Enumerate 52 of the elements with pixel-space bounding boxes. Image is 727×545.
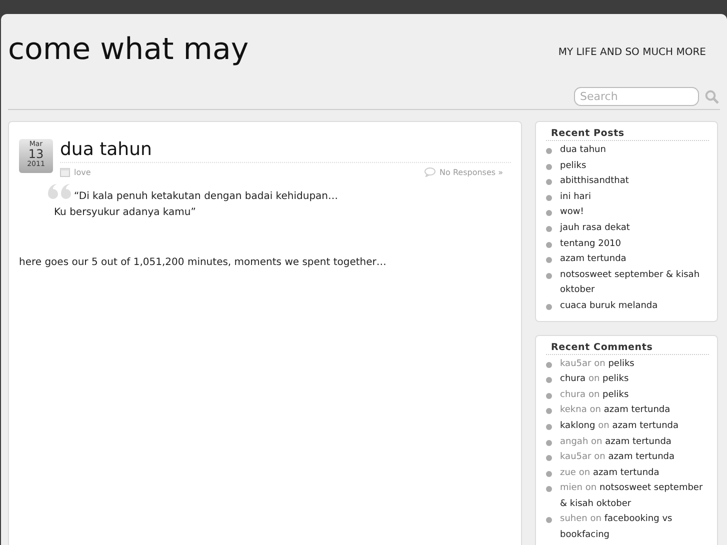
bullet-icon — [546, 455, 552, 462]
recent-comment[interactable]: kau5ar on azam tertunda — [560, 450, 675, 466]
folder-icon — [60, 168, 70, 176]
bullet-icon — [546, 148, 552, 154]
bullet-icon — [546, 304, 552, 310]
widget-title: Recent Comments — [546, 342, 709, 355]
recent-comment[interactable]: suhen on facebooking vs bookfacing — [560, 512, 709, 544]
bullet-icon — [546, 164, 552, 170]
site-title[interactable]: come what may — [8, 34, 249, 66]
post-link[interactable]: dua tahun — [560, 143, 606, 159]
recent-comment[interactable]: kau5ar on peliks — [560, 356, 634, 372]
post-link[interactable]: ini hari — [560, 190, 591, 206]
post-link[interactable]: tentang 2010 — [560, 236, 621, 252]
bullet-icon — [546, 486, 552, 492]
bullet-icon — [546, 470, 552, 477]
bullet-icon — [546, 194, 552, 201]
bullet-icon — [546, 210, 552, 216]
bullet-icon — [546, 517, 552, 524]
quote-line: Ku bersyukur adanya kamu” — [54, 206, 197, 220]
bullet-icon — [546, 242, 552, 248]
search-field[interactable]: Search — [574, 87, 699, 106]
recent-comment[interactable]: angah on azam tertunda — [560, 434, 672, 450]
post-link[interactable]: cuaca buruk melanda — [560, 298, 658, 315]
bullet-icon — [546, 377, 552, 384]
quote-icon — [48, 183, 72, 200]
widget-title: Recent Posts — [546, 128, 709, 141]
bullet-icon — [546, 362, 552, 368]
recent-comment[interactable]: chura on peliks — [560, 388, 629, 404]
post-link[interactable]: peliks — [560, 158, 586, 174]
post-link[interactable]: abitthisandthat — [560, 174, 629, 190]
bullet-icon — [546, 226, 552, 232]
search-icon[interactable] — [705, 90, 719, 104]
bullet-icon — [546, 408, 552, 414]
post-link[interactable]: jauh rasa dekat — [560, 220, 630, 237]
post-link[interactable]: wow! — [560, 205, 584, 221]
site-tagline: MY LIFE AND SO MUCH MORE — [558, 47, 706, 58]
quote-line: “Di kala penuh ketakutan dengan badai kehidupan… — [74, 190, 338, 204]
bullet-icon — [546, 424, 552, 430]
recent-comment[interactable]: chura on peliks — [560, 372, 629, 388]
recent-comment[interactable]: kekna on azam tertunda — [560, 403, 670, 419]
bullet-icon — [546, 272, 552, 279]
post-text: here goes our 5 out of 1,051,200 minutes, moments we spent together… — [19, 257, 388, 268]
date-day: 13 — [28, 148, 44, 160]
recent-comment[interactable]: kaklong on azam tertunda — [560, 418, 679, 434]
post-link[interactable]: azam tertunda — [560, 252, 626, 268]
bullet-icon — [546, 440, 552, 446]
bullet-icon — [546, 179, 552, 186]
bullet-icon — [546, 392, 552, 399]
recent-comment[interactable]: zue on azam tertunda — [560, 466, 660, 482]
speech-bubble-icon — [424, 167, 436, 177]
post-title[interactable]: dua tahun — [60, 139, 511, 163]
bullet-icon — [546, 257, 552, 264]
